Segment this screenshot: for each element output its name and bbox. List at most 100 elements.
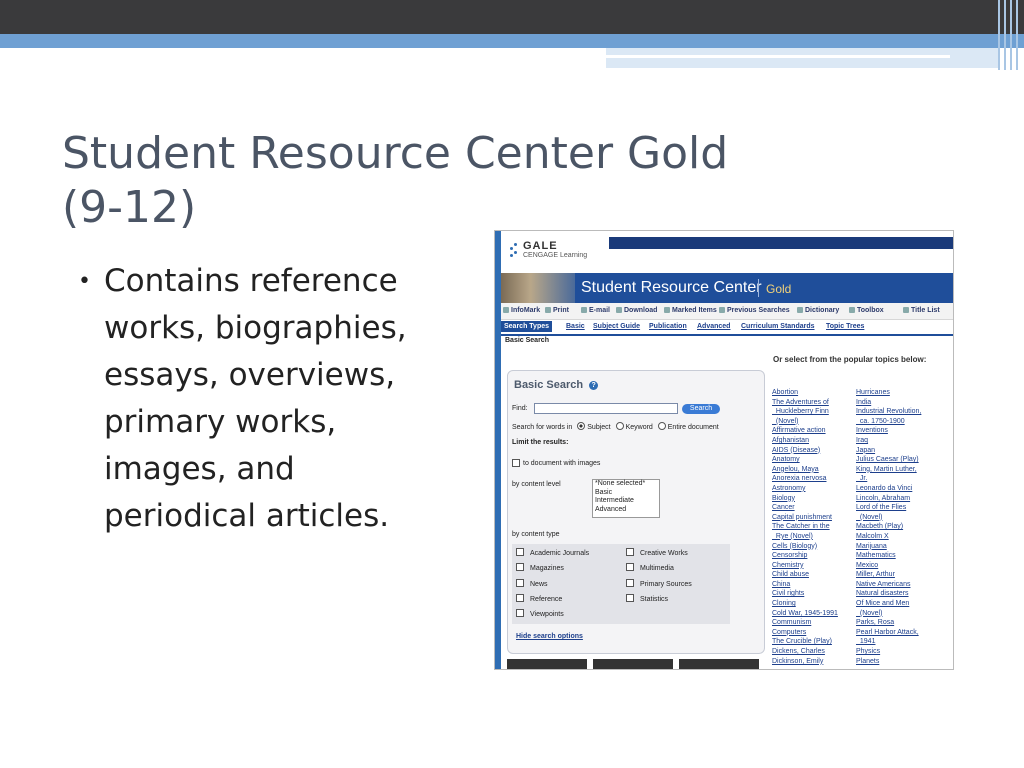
topic-link[interactable]: Rye (Novel) bbox=[772, 532, 838, 542]
content-type-magazines[interactable]: Magazines bbox=[516, 563, 564, 572]
topic-link[interactable]: Chemistry bbox=[772, 561, 838, 571]
topic-link[interactable]: Biology bbox=[772, 494, 838, 504]
topic-link[interactable]: Huckleberry Finn bbox=[772, 407, 838, 417]
content-level-select[interactable]: *None selected* Basic Intermediate Advan… bbox=[592, 479, 660, 518]
hide-search-options-link[interactable]: Hide search options bbox=[516, 633, 583, 640]
content-type-academic-journals[interactable]: Academic Journals bbox=[516, 548, 589, 557]
topic-link[interactable]: Native Americans bbox=[856, 580, 921, 590]
tab-basic[interactable]: Basic bbox=[566, 323, 585, 330]
thumbnail[interactable] bbox=[507, 659, 587, 669]
topic-link[interactable]: Cells (Biology) bbox=[772, 542, 838, 552]
toolbar-title-list[interactable]: Title List bbox=[903, 307, 940, 314]
level-option[interactable]: Intermediate bbox=[595, 497, 659, 506]
topic-link[interactable]: AIDS (Disease) bbox=[772, 446, 838, 456]
tab-subject-guide[interactable]: Subject Guide bbox=[593, 323, 640, 330]
radio-subject[interactable] bbox=[577, 422, 586, 430]
topic-link[interactable]: Afghanistan bbox=[772, 436, 838, 446]
tab-topic-trees[interactable]: Topic Trees bbox=[826, 323, 864, 330]
topic-link[interactable]: India bbox=[856, 398, 921, 408]
content-type-news[interactable]: News bbox=[516, 579, 548, 588]
find-input[interactable] bbox=[534, 403, 678, 414]
checkbox[interactable] bbox=[626, 579, 634, 587]
topic-link[interactable]: Miller, Arthur bbox=[856, 570, 921, 580]
tab-search-types[interactable]: Search Types bbox=[501, 321, 553, 332]
level-option[interactable]: Basic bbox=[595, 489, 659, 498]
topic-link[interactable]: Capital punishment bbox=[772, 513, 838, 523]
topic-link[interactable]: (Novel) bbox=[856, 609, 921, 619]
toolbar-marked-items[interactable]: Marked Items bbox=[664, 307, 717, 314]
topic-link[interactable]: The Crucible (Play) bbox=[772, 637, 838, 647]
topic-link[interactable]: Of Mice and Men bbox=[856, 599, 921, 609]
topic-link[interactable]: Child abuse bbox=[772, 570, 838, 580]
toolbar-download[interactable]: Download bbox=[616, 307, 657, 314]
topic-link[interactable]: Mathematics bbox=[856, 551, 921, 561]
topic-link[interactable]: Macbeth (Play) bbox=[856, 522, 921, 532]
topic-link[interactable]: Astronomy bbox=[772, 484, 838, 494]
topic-link[interactable]: Marijuana bbox=[856, 542, 921, 552]
checkbox[interactable] bbox=[516, 563, 524, 571]
thumbnail[interactable] bbox=[679, 659, 759, 669]
topic-link[interactable]: Mexico bbox=[856, 561, 921, 571]
radio-keyword[interactable] bbox=[615, 422, 624, 430]
content-type-creative-works[interactable]: Creative Works bbox=[626, 548, 688, 557]
toolbar-toolbox[interactable]: Toolbox bbox=[849, 307, 884, 314]
topic-link[interactable]: China bbox=[772, 580, 838, 590]
toolbar-previous-searches[interactable]: Previous Searches bbox=[719, 307, 790, 314]
topic-link[interactable]: Angelou, Maya bbox=[772, 465, 838, 475]
help-icon[interactable]: ? bbox=[589, 381, 599, 390]
content-type-statistics[interactable]: Statistics bbox=[626, 594, 668, 603]
content-type-viewpoints[interactable]: Viewpoints bbox=[516, 609, 564, 618]
topic-link[interactable]: Communism bbox=[772, 618, 838, 628]
checkbox[interactable] bbox=[626, 563, 634, 571]
toolbar-dictionary[interactable]: Dictionary bbox=[797, 307, 839, 314]
checkbox[interactable] bbox=[516, 594, 524, 602]
topic-link[interactable]: Abortion bbox=[772, 388, 838, 398]
images-checkbox[interactable] bbox=[512, 459, 520, 467]
checkbox[interactable] bbox=[516, 548, 524, 556]
topic-link[interactable]: Julius Caesar (Play) bbox=[856, 455, 921, 465]
topic-link[interactable]: Iraq bbox=[856, 436, 921, 446]
toolbar-print[interactable]: Print bbox=[545, 307, 569, 314]
topic-link[interactable]: (Novel) bbox=[856, 513, 921, 523]
toolbar-email[interactable]: E-mail bbox=[581, 307, 610, 314]
thumbnail[interactable] bbox=[593, 659, 673, 669]
topic-link[interactable]: The Catcher in the bbox=[772, 522, 838, 532]
topic-link[interactable]: Anatomy bbox=[772, 455, 838, 465]
topic-link[interactable]: Planets bbox=[856, 657, 921, 667]
topic-link[interactable]: Japan bbox=[856, 446, 921, 456]
topic-link[interactable]: Industrial Revolution, bbox=[856, 407, 921, 417]
level-option[interactable]: *None selected* bbox=[595, 480, 659, 489]
tab-advanced[interactable]: Advanced bbox=[697, 323, 730, 330]
topic-link[interactable]: Lord of the Flies bbox=[856, 503, 921, 513]
topic-link[interactable]: 1941 bbox=[856, 637, 921, 647]
topic-link[interactable]: Natural disasters bbox=[856, 589, 921, 599]
topic-link[interactable]: Parks, Rosa bbox=[856, 618, 921, 628]
topic-link[interactable]: Cold War, 1945-1991 bbox=[772, 609, 838, 619]
checkbox[interactable] bbox=[516, 609, 524, 617]
tab-publication[interactable]: Publication bbox=[649, 323, 687, 330]
topic-link[interactable]: Computers bbox=[772, 628, 838, 638]
topic-link[interactable]: King, Martin Luther, bbox=[856, 465, 921, 475]
checkbox[interactable] bbox=[516, 579, 524, 587]
topic-link[interactable]: Malcolm X bbox=[856, 532, 921, 542]
topic-link[interactable]: (Novel) bbox=[772, 417, 838, 427]
topic-link[interactable]: Lincoln, Abraham bbox=[856, 494, 921, 504]
topic-link[interactable]: The Adventures of bbox=[772, 398, 838, 408]
checkbox[interactable] bbox=[626, 594, 634, 602]
tab-curriculum-standards[interactable]: Curriculum Standards bbox=[741, 323, 815, 330]
topic-link[interactable]: Leonardo da Vinci bbox=[856, 484, 921, 494]
topic-link[interactable]: Dickens, Charles bbox=[772, 647, 838, 657]
topic-link[interactable]: Censorship bbox=[772, 551, 838, 561]
toolbar-infomark[interactable]: InfoMark bbox=[503, 307, 540, 314]
topic-link[interactable]: Dickinson, Emily bbox=[772, 657, 838, 667]
checkbox[interactable] bbox=[626, 548, 634, 556]
topic-link[interactable]: Cloning bbox=[772, 599, 838, 609]
topic-link[interactable]: Hurricanes bbox=[856, 388, 921, 398]
level-option[interactable]: Advanced bbox=[595, 506, 659, 515]
topic-link[interactable]: Pearl Harbor Attack, bbox=[856, 628, 921, 638]
content-type-multimedia[interactable]: Multimedia bbox=[626, 563, 674, 572]
search-button[interactable]: Search bbox=[682, 404, 720, 414]
radio-entire-document[interactable] bbox=[657, 422, 666, 430]
topic-link[interactable]: Cancer bbox=[772, 503, 838, 513]
topic-link[interactable]: Civil rights bbox=[772, 589, 838, 599]
